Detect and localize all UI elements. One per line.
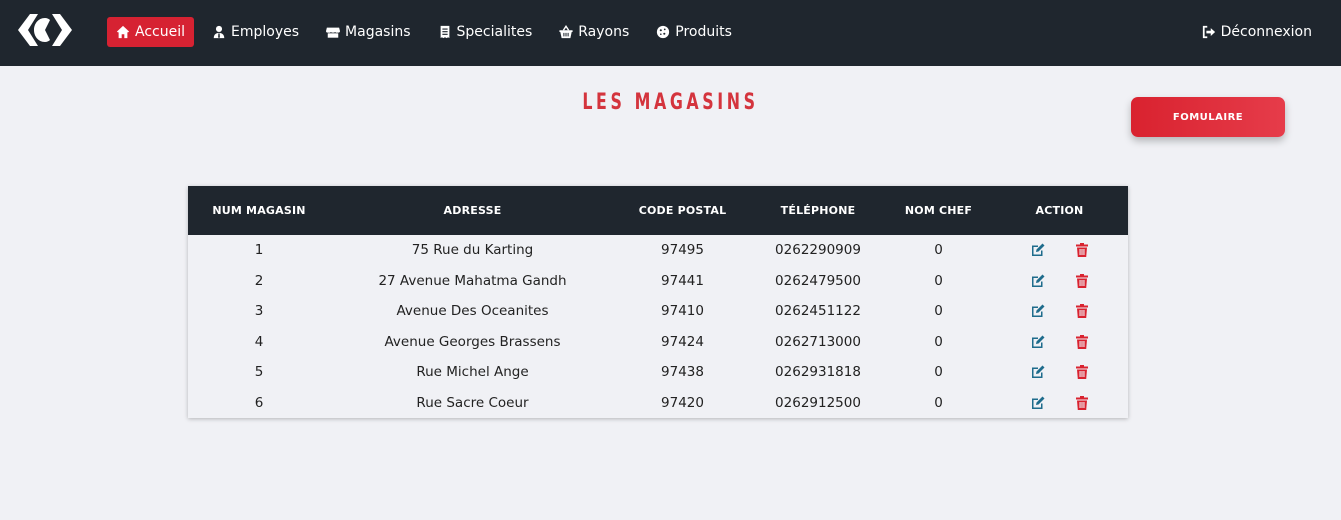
column-header: TÉLÉPHONE: [780, 204, 856, 217]
store-icon: [326, 27, 341, 38]
cell-adresse: Rue Sacre Coeur: [416, 394, 529, 411]
logout-label: Déconnexion: [1220, 24, 1312, 40]
cell-adresse: 27 Avenue Mahatma Gandh: [378, 272, 567, 289]
edit-icon[interactable]: [1030, 364, 1046, 380]
edit-icon[interactable]: [1030, 334, 1046, 350]
cell-num-magasin: 3: [254, 303, 264, 320]
logout-link[interactable]: Déconnexion: [1202, 17, 1312, 47]
edit-icon[interactable]: [1030, 303, 1046, 319]
table-header: NUM MAGASIN ADRESSE CODE POSTAL TÉLÉPHON…: [188, 186, 1128, 235]
cell-action: [991, 327, 1128, 358]
trash-icon[interactable]: [1074, 273, 1090, 289]
cell-nom-chef: 0: [934, 394, 943, 411]
cell-num-magasin: 4: [254, 333, 264, 350]
cell-nom-chef: 0: [934, 364, 943, 381]
nav-item-accueil[interactable]: Accueil: [107, 17, 194, 47]
cell-telephone: 0262912500: [775, 394, 861, 411]
nav-item-specialites[interactable]: Specialites: [429, 17, 542, 47]
basket-icon: [559, 25, 573, 39]
table-row: 4 Avenue Georges Brassens 97424 0262713000 0: [188, 327, 1128, 358]
column-header: NUM MAGASIN: [212, 204, 306, 217]
cell-action: [991, 296, 1128, 327]
row-actions: [991, 364, 1128, 380]
table-row: 5 Rue Michel Ange 97438 0262931818 0: [188, 357, 1128, 388]
trash-icon[interactable]: [1074, 334, 1090, 350]
edit-icon[interactable]: [1030, 273, 1046, 289]
cell-action: [991, 388, 1128, 419]
table-row: 1 75 Rue du Karting 97495 0262290909 0: [188, 235, 1128, 266]
nav-item-label: Magasins: [345, 24, 411, 40]
edit-icon[interactable]: [1030, 395, 1046, 411]
cell-code-postal: 97410: [661, 303, 704, 320]
cell-action: [991, 357, 1128, 388]
home-icon: [116, 25, 130, 39]
cell-num-magasin: 5: [254, 364, 264, 381]
nav-item-label: Produits: [675, 24, 732, 40]
nav-item-label: Employes: [231, 24, 300, 40]
table-row: 2 27 Avenue Mahatma Gandh 97441 0262479500 0: [188, 266, 1128, 297]
nav-item-label: Specialites: [456, 24, 533, 40]
nav-item-rayons[interactable]: Rayons: [550, 17, 638, 47]
row-actions: [991, 303, 1128, 319]
cell-adresse: Rue Michel Ange: [416, 364, 529, 381]
cell-adresse: 75 Rue du Karting: [411, 242, 534, 259]
row-actions: [991, 273, 1128, 289]
trash-icon[interactable]: [1074, 364, 1090, 380]
row-actions: [991, 395, 1128, 411]
user-tie-icon: [213, 25, 225, 39]
cell-telephone: 0262479500: [775, 272, 861, 289]
nav-item-employes[interactable]: Employes: [203, 17, 308, 47]
receipt-icon: [440, 25, 449, 39]
trash-icon[interactable]: [1074, 303, 1090, 319]
trash-icon[interactable]: [1074, 395, 1090, 411]
column-header: ADRESSE: [443, 204, 502, 217]
cell-code-postal: 97438: [661, 364, 704, 381]
cell-adresse: Avenue Des Oceanites: [396, 303, 549, 320]
cell-num-magasin: 6: [254, 394, 264, 411]
column-header: CODE POSTAL: [638, 204, 727, 217]
nav-item-label: Rayons: [578, 24, 630, 40]
column-header: ACTION: [1035, 204, 1084, 217]
form-button[interactable]: FOMULAIRE: [1131, 97, 1285, 137]
cell-adresse: Avenue Georges Brassens: [384, 333, 561, 350]
table-row: 3 Avenue Des Oceanites 97410 0262451122 0: [188, 296, 1128, 327]
navbar: Accueil Employes Magasins Specialites Ra…: [0, 0, 1341, 66]
cell-code-postal: 97424: [661, 333, 704, 350]
row-actions: [991, 242, 1128, 258]
cell-telephone: 0262931818: [775, 364, 861, 381]
cell-nom-chef: 0: [934, 333, 943, 350]
cell-telephone: 0262451122: [775, 303, 861, 320]
cell-nom-chef: 0: [934, 242, 943, 259]
cell-telephone: 0262290909: [775, 242, 861, 259]
sign-out-icon: [1202, 25, 1215, 39]
cell-nom-chef: 0: [934, 303, 943, 320]
column-header: NOM CHEF: [904, 204, 973, 217]
cell-code-postal: 97441: [661, 272, 704, 289]
table-body: 1 75 Rue du Karting 97495 0262290909 0 2 27 Av…: [188, 235, 1128, 418]
nav-item-produits[interactable]: Produits: [647, 17, 741, 47]
cell-code-postal: 97420: [661, 394, 704, 411]
page-title: LES MAGASINS: [582, 90, 759, 115]
cell-action: [991, 235, 1128, 266]
cell-num-magasin: 2: [254, 272, 264, 289]
edit-icon[interactable]: [1030, 242, 1046, 258]
cell-action: [991, 266, 1128, 297]
main-nav: Accueil Employes Magasins Specialites Ra…: [107, 17, 750, 47]
cell-nom-chef: 0: [934, 272, 943, 289]
nav-item-magasins[interactable]: Magasins: [317, 17, 419, 47]
carrefour-logo[interactable]: [16, 12, 74, 48]
cell-num-magasin: 1: [254, 242, 264, 259]
stores-table: NUM MAGASIN ADRESSE CODE POSTAL TÉLÉPHON…: [188, 186, 1128, 418]
cell-telephone: 0262713000: [775, 333, 861, 350]
cookie-icon: [657, 25, 670, 39]
table-row: 6 Rue Sacre Coeur 97420 0262912500 0: [188, 388, 1128, 419]
cell-code-postal: 97495: [661, 242, 704, 259]
row-actions: [991, 334, 1128, 350]
nav-item-label: Accueil: [135, 24, 185, 40]
trash-icon[interactable]: [1074, 242, 1090, 258]
